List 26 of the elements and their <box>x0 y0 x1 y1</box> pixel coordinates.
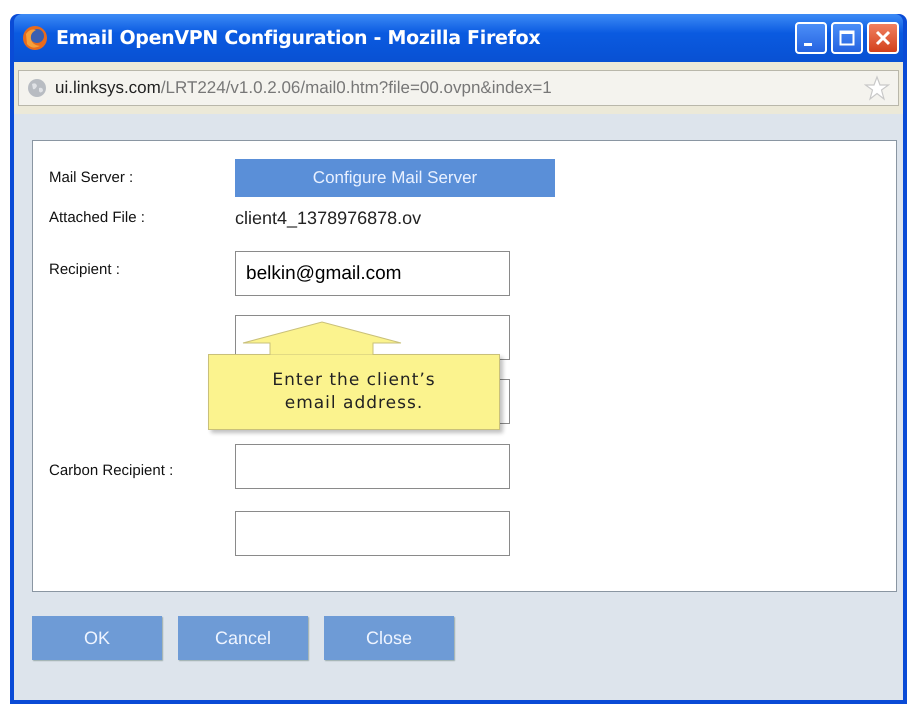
maximize-icon <box>839 30 855 46</box>
close-icon <box>875 30 891 46</box>
field-label: Carbon Recipient : <box>49 461 174 481</box>
configure-mail-server-button[interactable]: Configure Mail Server <box>235 159 555 197</box>
star-icon[interactable] <box>864 75 890 101</box>
dialog-button[interactable]: Cancel <box>178 616 308 660</box>
maximize-button[interactable] <box>831 22 863 54</box>
dialog-button[interactable]: Close <box>324 616 454 660</box>
field-label: Mail Server : <box>49 168 134 188</box>
recipient-field[interactable]: belkin@gmail.com <box>235 251 510 296</box>
dialog-button[interactable]: OK <box>32 616 162 660</box>
carbon-recipient-field[interactable] <box>235 511 510 556</box>
window-title: Email OpenVPN Configuration - Mozilla Firefox <box>56 26 540 51</box>
address-bar[interactable]: ui.linksys.com/LRT224/v1.0.2.06/mail0.htm?file=00.ovpn&index=1 <box>18 70 899 106</box>
minimize-icon <box>804 42 812 46</box>
close-button[interactable] <box>867 22 899 54</box>
browser-logo-icon <box>22 25 48 51</box>
url-host: ui.linksys.com <box>55 78 161 98</box>
callout-text: Enter the client’s email address. <box>208 354 500 430</box>
globe-icon <box>27 78 47 98</box>
attached-file-name: client4_1378976878.ov <box>235 206 422 230</box>
field-label: Attached File : <box>49 208 146 228</box>
field-label: Recipient : <box>49 260 121 280</box>
minimize-button[interactable] <box>795 22 827 54</box>
url-path: /LRT224/v1.0.2.06/mail0.htm?file=00.ovpn&index=1 <box>160 78 552 98</box>
carbon-recipient-field[interactable] <box>235 444 510 489</box>
